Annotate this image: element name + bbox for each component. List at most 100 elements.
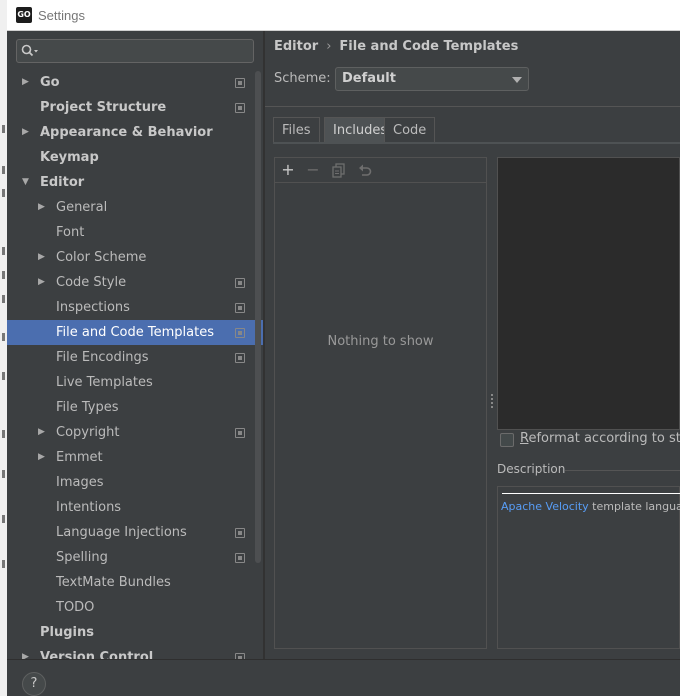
sidebar-item-file-encodings[interactable]: File Encodings bbox=[7, 345, 263, 370]
sidebar-item-label: Inspections bbox=[56, 300, 130, 315]
sidebar-item-label: TextMate Bundles bbox=[56, 575, 171, 590]
chevron-right-icon[interactable]: ▶ bbox=[22, 70, 34, 95]
reformat-checkbox[interactable] bbox=[500, 433, 514, 447]
sidebar-scrollbar[interactable] bbox=[255, 71, 261, 563]
sidebar-item-keymap[interactable]: Keymap bbox=[7, 145, 263, 170]
sidebar-item-general[interactable]: ▶ General bbox=[7, 195, 263, 220]
sidebar-item-code-style[interactable]: ▶ Code Style bbox=[7, 270, 263, 295]
empty-list-text: Nothing to show bbox=[327, 334, 434, 349]
sidebar-item-label: Images bbox=[56, 475, 104, 490]
chevron-right-icon[interactable]: ▶ bbox=[38, 420, 50, 445]
sidebar-item-copyright[interactable]: ▶ Copyright bbox=[7, 420, 263, 445]
sidebar-item-emmet[interactable]: ▶ Emmet bbox=[7, 445, 263, 470]
reformat-label: Reformat according to style bbox=[520, 431, 680, 446]
sidebar-item-textmate-bundles[interactable]: TextMate Bundles bbox=[7, 570, 263, 595]
apache-velocity-link[interactable]: Apache Velocity bbox=[501, 500, 589, 513]
sidebar-item-label: File and Code Templates bbox=[56, 325, 214, 340]
sidebar-item-label: Font bbox=[56, 225, 85, 240]
template-list-panel: + − Nothing to show bbox=[274, 157, 487, 649]
sidebar-item-label: General bbox=[56, 200, 108, 215]
bottom-bar: ? bbox=[7, 659, 680, 696]
project-scope-icon bbox=[235, 353, 245, 363]
chevron-down-icon[interactable]: ▼ bbox=[22, 170, 34, 195]
list-toolbar: + − bbox=[275, 158, 486, 183]
breadcrumb-parent: Editor bbox=[274, 39, 319, 54]
sidebar-item-color-scheme[interactable]: ▶ Color Scheme bbox=[7, 245, 263, 270]
sidebar-item-language-injections[interactable]: Language Injections bbox=[7, 520, 263, 545]
project-scope-icon bbox=[235, 528, 245, 538]
tab-underline bbox=[273, 142, 680, 144]
reformat-label-rest: eformat according to style bbox=[528, 431, 680, 446]
sidebar-item-version-control[interactable]: ▶ Version Control bbox=[7, 645, 263, 659]
sidebar-item-label: Go bbox=[40, 75, 60, 90]
sidebar-item-todo[interactable]: TODO bbox=[7, 595, 263, 620]
sidebar-item-label: Editor bbox=[40, 175, 85, 190]
project-scope-icon bbox=[235, 103, 245, 113]
sidebar-item-label: Copyright bbox=[56, 425, 120, 440]
chevron-right-icon[interactable]: ▶ bbox=[38, 270, 50, 295]
sidebar-item-editor[interactable]: ▼ Editor bbox=[7, 170, 263, 195]
sidebar-item-label: TODO bbox=[56, 600, 95, 615]
main-panel: Editor › File and Code Templates Scheme: D… bbox=[265, 31, 680, 659]
sidebar-item-label: Color Scheme bbox=[56, 250, 147, 265]
tab-code[interactable]: Code bbox=[384, 117, 436, 143]
scheme-value: Default bbox=[342, 71, 396, 86]
sidebar-item-label: Intentions bbox=[56, 500, 122, 515]
project-scope-icon bbox=[235, 303, 245, 313]
description-body: template language is used bbox=[592, 500, 680, 513]
description-label: Description bbox=[497, 462, 566, 476]
title-bar: GO Settings bbox=[7, 0, 680, 31]
sidebar-item-appearance-behavior[interactable]: ▶ Appearance & Behavior bbox=[7, 120, 263, 145]
sidebar-item-label: Emmet bbox=[56, 450, 103, 465]
reset-icon[interactable] bbox=[357, 162, 373, 178]
sidebar-item-font[interactable]: Font bbox=[7, 220, 263, 245]
sidebar-item-live-templates[interactable]: Live Templates bbox=[7, 370, 263, 395]
splitter-handle[interactable] bbox=[490, 394, 494, 412]
remove-icon[interactable]: − bbox=[305, 162, 321, 178]
chevron-right-icon[interactable]: ▶ bbox=[38, 195, 50, 220]
chevron-right-icon[interactable]: ▶ bbox=[38, 445, 50, 470]
sidebar-item-label: Plugins bbox=[40, 625, 94, 640]
sidebar-item-spelling[interactable]: Spelling bbox=[7, 545, 263, 570]
breadcrumb-separator: › bbox=[326, 39, 332, 54]
sidebar-item-label: Project Structure bbox=[40, 100, 167, 115]
copy-icon[interactable] bbox=[331, 162, 347, 178]
sidebar-item-label: File Types bbox=[56, 400, 119, 415]
settings-sidebar: ▶ Go Project Structure ▶ Appearance & Behavi… bbox=[7, 31, 263, 659]
description-text: Apache Velocity template language is use… bbox=[501, 500, 680, 513]
background-window-edge bbox=[0, 0, 7, 696]
scheme-label: Scheme: bbox=[274, 71, 331, 86]
chevron-right-icon[interactable]: ▶ bbox=[38, 245, 50, 270]
sidebar-item-project-structure[interactable]: Project Structure bbox=[7, 95, 263, 120]
chevron-right-icon[interactable]: ▶ bbox=[22, 120, 34, 145]
window-title: Settings bbox=[38, 8, 85, 23]
help-button[interactable]: ? bbox=[22, 672, 46, 696]
description-separator bbox=[502, 493, 680, 494]
sidebar-item-go[interactable]: ▶ Go bbox=[7, 70, 263, 95]
sidebar-item-file-types[interactable]: File Types bbox=[7, 395, 263, 420]
sidebar-item-label: File Encodings bbox=[56, 350, 149, 365]
sidebar-item-images[interactable]: Images bbox=[7, 470, 263, 495]
sidebar-item-label: Version Control bbox=[40, 650, 154, 659]
settings-tree: ▶ Go Project Structure ▶ Appearance & Behavi… bbox=[7, 70, 263, 659]
sidebar-item-label: Spelling bbox=[56, 550, 108, 565]
search-icon bbox=[21, 44, 38, 57]
chevron-right-icon[interactable]: ▶ bbox=[22, 645, 34, 659]
sidebar-item-intentions[interactable]: Intentions bbox=[7, 495, 263, 520]
sidebar-item-plugins[interactable]: Plugins bbox=[7, 620, 263, 645]
scheme-dropdown[interactable]: Default bbox=[335, 67, 529, 91]
sidebar-item-label: Code Style bbox=[56, 275, 127, 290]
project-scope-icon bbox=[235, 328, 245, 338]
project-scope-icon bbox=[235, 78, 245, 88]
add-icon[interactable]: + bbox=[280, 162, 296, 178]
search-input[interactable] bbox=[16, 39, 254, 63]
tab-files[interactable]: Files bbox=[273, 117, 320, 143]
breadcrumb: Editor › File and Code Templates bbox=[274, 39, 518, 54]
sidebar-item-inspections[interactable]: Inspections bbox=[7, 295, 263, 320]
sidebar-item-file-and-code-templates[interactable]: File and Code Templates bbox=[7, 320, 263, 345]
chevron-down-icon bbox=[512, 77, 522, 83]
template-editor[interactable] bbox=[497, 157, 680, 430]
project-scope-icon bbox=[235, 428, 245, 438]
settings-window: GO Settings ▶ Go Project Structure ▶ Appeara… bbox=[0, 0, 680, 696]
sidebar-item-label: Live Templates bbox=[56, 375, 153, 390]
